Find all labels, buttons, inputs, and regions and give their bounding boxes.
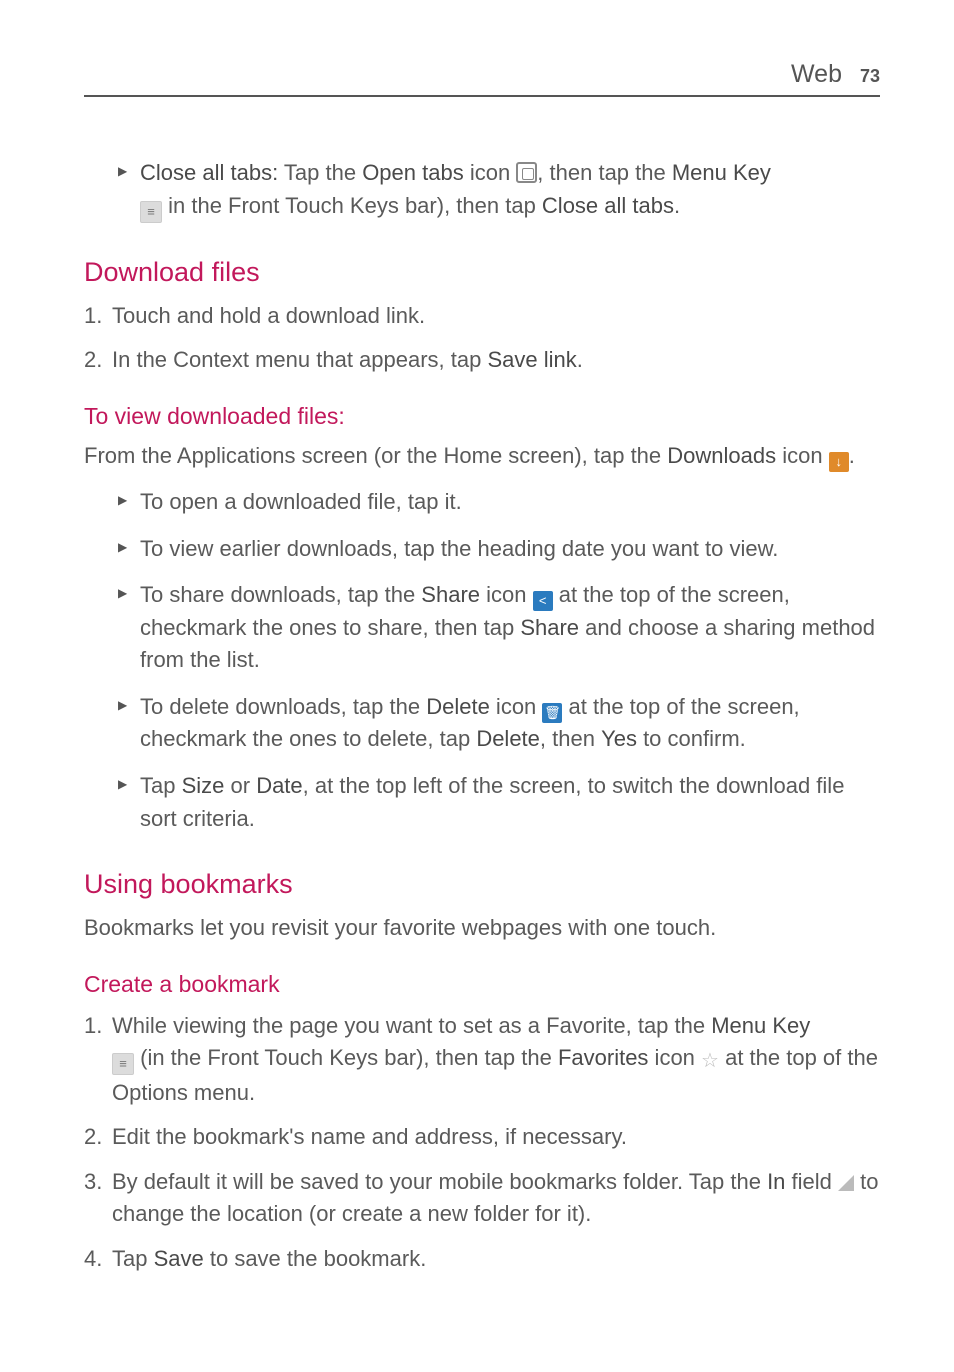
delete-downloads-item: To delete downloads, tap the Delete icon… (84, 691, 880, 756)
download-step-2: In the Context menu that appears, tap Sa… (84, 344, 880, 377)
open-file-item: To open a downloaded file, tap it. (84, 486, 880, 519)
view-downloaded-heading: To view downloaded files: (84, 403, 880, 430)
downloaded-files-list: To open a downloaded file, tap it. To vi… (84, 486, 880, 835)
close-tabs-list: Close all tabs: Tap the Open tabs icon ,… (84, 157, 880, 223)
download-step-1: Touch and hold a download link. (84, 300, 880, 333)
create-bookmark-step-4: Tap Save to save the bookmark. (84, 1243, 880, 1276)
header-page-number: 73 (860, 66, 880, 87)
close-all-tabs-item: Close all tabs: Tap the Open tabs icon ,… (84, 157, 880, 223)
manual-page: Web 73 Close all tabs: Tap the Open tabs… (0, 0, 954, 1372)
download-files-steps: Touch and hold a download link. In the C… (84, 300, 880, 377)
create-bookmark-step-3: By default it will be saved to your mobi… (84, 1166, 880, 1231)
downloads-icon: ↓ (829, 452, 849, 472)
favorites-star-icon: ☆ (701, 1047, 719, 1077)
field-triangle-icon (838, 1175, 854, 1191)
view-earlier-item: To view earlier downloads, tap the headi… (84, 533, 880, 566)
create-bookmark-steps: While viewing the page you want to set a… (84, 1010, 880, 1276)
page-header: Web 73 (84, 60, 880, 97)
share-downloads-item: To share downloads, tap the Share icon <… (84, 579, 880, 677)
delete-icon: 🗑 (542, 703, 562, 723)
close-all-tabs-label: Close all tabs: (140, 160, 278, 185)
share-icon: < (533, 591, 553, 611)
create-bookmark-heading: Create a bookmark (84, 971, 880, 998)
header-section-title: Web (791, 60, 842, 89)
sort-downloads-item: Tap Size or Date, at the top left of the… (84, 770, 880, 835)
download-files-heading: Download files (84, 257, 880, 288)
view-downloaded-intro: From the Applications screen (or the Hom… (84, 440, 880, 473)
create-bookmark-step-1: While viewing the page you want to set a… (84, 1010, 880, 1110)
menu-key-icon: ≡ (112, 1053, 134, 1075)
menu-key-icon: ≡ (140, 201, 162, 223)
create-bookmark-step-2: Edit the bookmark's name and address, if… (84, 1121, 880, 1154)
using-bookmarks-heading: Using bookmarks (84, 869, 880, 900)
open-tabs-icon (516, 162, 537, 183)
bookmarks-intro: Bookmarks let you revisit your favorite … (84, 912, 880, 945)
